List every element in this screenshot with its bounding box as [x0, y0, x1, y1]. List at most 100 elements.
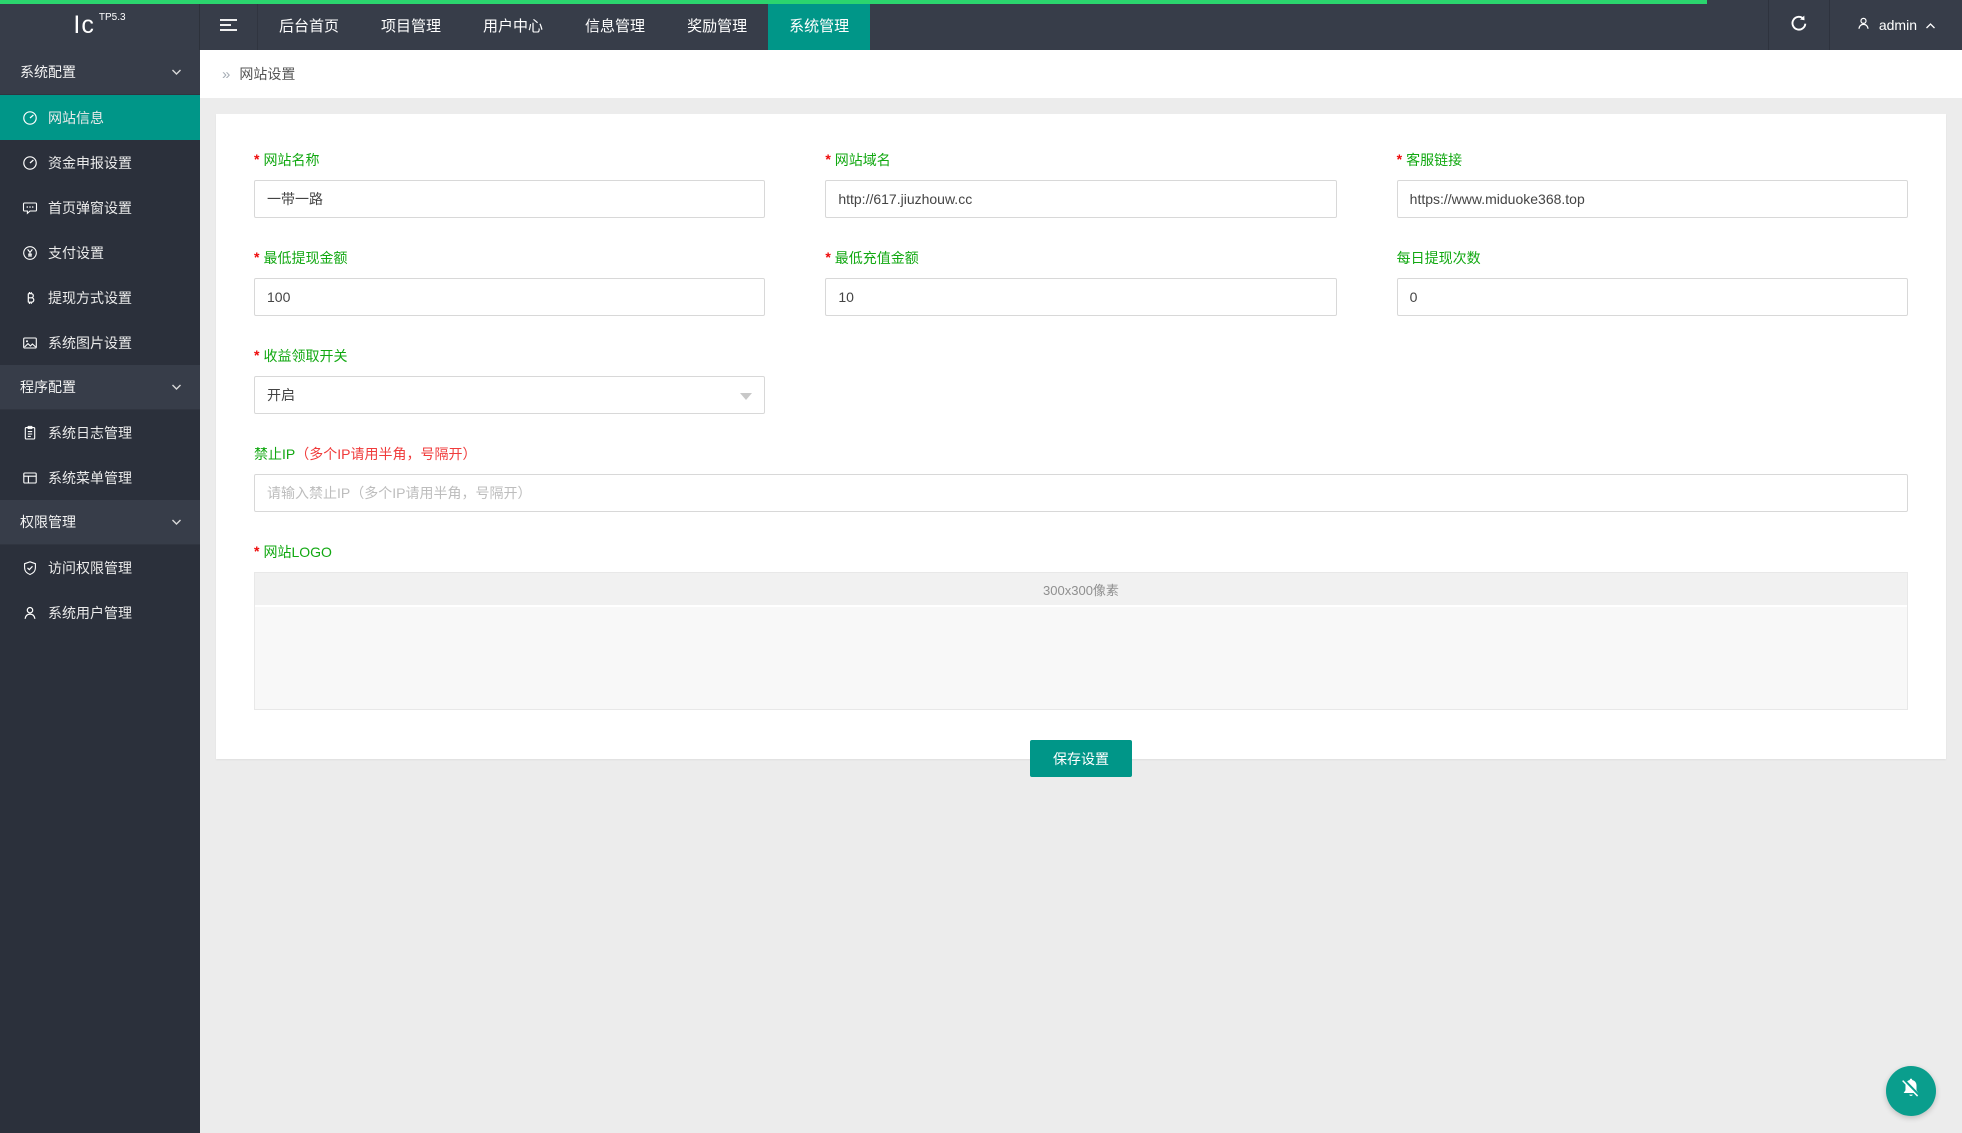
profit-switch-select[interactable]: 开启: [254, 376, 765, 414]
body-row: 系统配置 网站信息 资金申报设置: [0, 50, 1962, 1133]
sidebar-group-permissions[interactable]: 权限管理: [0, 500, 200, 545]
sidebar-item-system-images[interactable]: 系统图片设置: [0, 320, 200, 365]
refresh-icon: [1790, 14, 1808, 37]
sidebar-item-payment[interactable]: 支付设置: [0, 230, 200, 275]
top-nav-menu: 后台首页 项目管理 用户中心 信息管理 奖励管理 系统管理: [258, 0, 870, 50]
min-withdraw-input[interactable]: [254, 278, 765, 316]
field-site-name: *网站名称: [254, 150, 765, 218]
required-asterisk: *: [254, 543, 259, 559]
item-label: 系统用户管理: [48, 603, 132, 623]
chevron-down-icon: [171, 383, 182, 391]
min-recharge-input[interactable]: [825, 278, 1336, 316]
field-site-logo: *网站LOGO 300x300像素: [254, 542, 1908, 710]
page-loading-progress-bar: [0, 0, 1707, 4]
field-note: （多个IP请用半角，号隔开）: [295, 446, 476, 462]
top-navbar: Ic TP5.3 后台首页 项目管理 用户中心 信息管理 奖励管理 系统管理: [0, 0, 1962, 50]
sidebar-item-withdraw-method[interactable]: 提现方式设置: [0, 275, 200, 320]
item-label: 系统图片设置: [48, 333, 132, 353]
required-asterisk: *: [254, 151, 259, 167]
field-label: *最低提现金额: [254, 248, 765, 268]
field-forbidden-ip: 禁止IP（多个IP请用半角，号隔开）: [254, 444, 1908, 512]
group-label: 系统配置: [20, 62, 76, 82]
field-label: *客服链接: [1397, 150, 1908, 170]
topbar-right: admin: [1768, 0, 1962, 50]
bitcoin-icon: [22, 290, 38, 306]
upload-size-hint: 300x300像素: [255, 573, 1907, 607]
yen-circle-icon: [22, 245, 38, 261]
user-icon: [22, 605, 38, 621]
sidebar-collapse-button[interactable]: [200, 0, 258, 50]
app-logo: Ic TP5.3: [0, 0, 200, 50]
field-site-domain: *网站域名: [825, 150, 1336, 218]
group-label: 程序配置: [20, 377, 76, 397]
sidebar-item-access-permissions[interactable]: 访问权限管理: [0, 545, 200, 590]
logo-version: TP5.3: [99, 12, 126, 23]
bell-slash-icon: [1898, 1076, 1924, 1107]
user-menu[interactable]: admin: [1830, 0, 1962, 50]
select-value: 开启: [267, 385, 295, 405]
item-label: 网站信息: [48, 108, 104, 128]
forbidden-ip-input[interactable]: [254, 474, 1908, 512]
sidebar-item-home-popup[interactable]: 首页弹窗设置: [0, 185, 200, 230]
notification-toggle-button[interactable]: [1886, 1066, 1936, 1116]
required-asterisk: *: [825, 151, 830, 167]
upload-dropzone[interactable]: [255, 607, 1907, 709]
sidebar-item-system-menus[interactable]: 系统菜单管理: [0, 455, 200, 500]
required-asterisk: *: [254, 249, 259, 265]
double-chevron-icon: »: [222, 66, 230, 83]
nav-tab-info[interactable]: 信息管理: [564, 0, 666, 50]
item-label: 提现方式设置: [48, 288, 132, 308]
gauge-icon: [22, 110, 38, 126]
popup-comment-icon: [22, 200, 38, 216]
field-profit-switch: *收益领取开关 开启: [254, 346, 765, 414]
window-layout-icon: [22, 470, 38, 486]
sidebar-item-site-info[interactable]: 网站信息: [0, 95, 200, 140]
item-label: 访问权限管理: [48, 558, 132, 578]
field-min-recharge: *最低充值金额: [825, 248, 1336, 316]
service-link-input[interactable]: [1397, 180, 1908, 218]
logo-upload-area[interactable]: 300x300像素: [254, 572, 1908, 710]
required-asterisk: *: [1397, 151, 1402, 167]
item-label: 系统日志管理: [48, 423, 132, 443]
field-label: *网站LOGO: [254, 542, 1908, 562]
required-asterisk: *: [825, 249, 830, 265]
user-icon: [1856, 16, 1871, 34]
sidebar-item-system-logs[interactable]: 系统日志管理: [0, 410, 200, 455]
refresh-button[interactable]: [1768, 0, 1830, 50]
sidebar-item-fund-declare[interactable]: 资金申报设置: [0, 140, 200, 185]
clipboard-log-icon: [22, 425, 38, 441]
site-name-input[interactable]: [254, 180, 765, 218]
field-label: *网站名称: [254, 150, 765, 170]
field-min-withdraw: *最低提现金额: [254, 248, 765, 316]
sidebar-group-program-config[interactable]: 程序配置: [0, 365, 200, 410]
save-settings-button[interactable]: 保存设置: [1030, 740, 1132, 777]
site-domain-input[interactable]: [825, 180, 1336, 218]
shield-check-icon: [22, 560, 38, 576]
daily-withdraw-times-input[interactable]: [1397, 278, 1908, 316]
field-label: *最低充值金额: [825, 248, 1336, 268]
hamburger-icon: [220, 19, 237, 21]
field-daily-withdraw-times: 每日提现次数: [1397, 248, 1908, 316]
field-service-link: *客服链接: [1397, 150, 1908, 218]
nav-tab-project[interactable]: 项目管理: [360, 0, 462, 50]
nav-tab-reward[interactable]: 奖励管理: [666, 0, 768, 50]
chevron-down-icon: [740, 393, 752, 400]
sidebar-item-system-users[interactable]: 系统用户管理: [0, 590, 200, 635]
field-label: 禁止IP（多个IP请用半角，号隔开）: [254, 444, 1908, 464]
logo-text: Ic: [73, 11, 94, 40]
username-label: admin: [1879, 17, 1917, 33]
chevron-down-icon: [171, 68, 182, 76]
chevron-up-icon: [1925, 17, 1936, 33]
item-label: 首页弹窗设置: [48, 198, 132, 218]
settings-form-card: *网站名称 *网站域名 *客服链接: [216, 114, 1946, 759]
group-label: 权限管理: [20, 512, 76, 532]
field-label: *网站域名: [825, 150, 1336, 170]
nav-tab-home[interactable]: 后台首页: [258, 0, 360, 50]
main-area: » 网站设置 *网站名称 *网站域名: [200, 50, 1962, 1133]
nav-tab-user-center[interactable]: 用户中心: [462, 0, 564, 50]
item-label: 系统菜单管理: [48, 468, 132, 488]
nav-tab-system[interactable]: 系统管理: [768, 0, 870, 50]
sidebar-group-system-config[interactable]: 系统配置: [0, 50, 200, 95]
chevron-down-icon: [171, 518, 182, 526]
field-label: 每日提现次数: [1397, 248, 1908, 268]
